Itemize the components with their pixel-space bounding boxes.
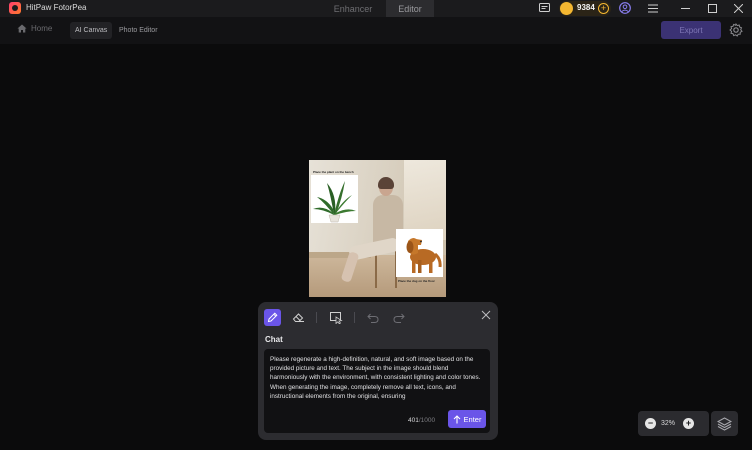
prompt-textarea[interactable]: Please regenerate a high-definition, nat… xyxy=(264,349,490,433)
tab-ai-canvas[interactable]: AI Canvas xyxy=(70,22,113,39)
tab-editor[interactable]: Editor xyxy=(386,0,434,17)
image-person-hair xyxy=(378,177,394,189)
app-title: HitPaw FotorPea xyxy=(26,3,87,12)
enter-label: Enter xyxy=(463,414,482,424)
character-max: /1000 xyxy=(418,417,436,424)
brush-tool-button[interactable] xyxy=(264,309,281,326)
plant-sticker[interactable] xyxy=(311,175,358,223)
layers-button[interactable] xyxy=(711,411,738,436)
home-label: Home xyxy=(31,24,53,33)
settings-gear-icon[interactable] xyxy=(729,22,743,37)
tool-divider xyxy=(316,312,317,323)
tab-enhancer[interactable]: Enhancer xyxy=(320,0,386,17)
pencil-icon xyxy=(267,312,278,323)
chat-heading: Chat xyxy=(265,335,283,344)
prompt-text[interactable]: Please regenerate a high-definition, nat… xyxy=(270,355,484,401)
tab-photo-editor[interactable]: Photo Editor xyxy=(114,22,163,39)
eraser-tool-button[interactable] xyxy=(290,309,307,326)
maximize-icon[interactable] xyxy=(700,0,724,17)
app-window: HitPaw FotorPea Enhancer Editor 9384 + H… xyxy=(0,0,752,450)
layers-icon xyxy=(717,416,732,431)
coin-icon xyxy=(560,2,573,15)
zoom-in-icon[interactable]: + xyxy=(683,418,694,429)
top-toolbar: Home AI Canvas Photo Editor Export xyxy=(0,17,752,44)
zoom-out-icon[interactable]: − xyxy=(645,418,656,429)
character-counter: 401/1000 xyxy=(408,417,435,424)
select-tool-button[interactable] xyxy=(328,309,345,326)
close-chat-icon[interactable] xyxy=(480,308,492,320)
message-icon[interactable] xyxy=(538,2,550,14)
zoom-control: − 32% + xyxy=(638,411,709,436)
zoom-level: 32% xyxy=(661,420,676,427)
dog-sticker[interactable] xyxy=(396,229,443,277)
credits-widget[interactable]: 9384 + xyxy=(559,1,611,16)
app-logo-icon xyxy=(9,2,21,14)
arrow-up-icon xyxy=(453,414,460,423)
canvas-image[interactable]: Place the plant on the bench Place the d… xyxy=(309,160,446,297)
image-window-light xyxy=(404,160,446,240)
plant-caption: Place the plant on the bench xyxy=(313,170,354,174)
tool-divider xyxy=(354,312,355,323)
home-button[interactable]: Home xyxy=(17,24,52,33)
selection-cursor-icon xyxy=(330,311,343,324)
character-count: 401 xyxy=(408,417,419,424)
menu-icon[interactable] xyxy=(647,2,659,14)
redo-icon xyxy=(392,313,405,323)
undo-icon xyxy=(366,313,379,323)
add-credits-icon[interactable]: + xyxy=(598,3,609,14)
undo-button[interactable] xyxy=(364,309,381,326)
credit-count: 9384 xyxy=(577,3,595,12)
dog-caption: Place the dog on the floor xyxy=(398,279,435,283)
home-icon xyxy=(17,24,27,33)
chat-panel: Chat Please regenerate a high-definition… xyxy=(258,302,498,440)
eraser-icon xyxy=(292,313,304,322)
user-account-icon[interactable] xyxy=(619,2,631,14)
enter-button[interactable]: Enter xyxy=(448,410,486,428)
close-window-icon[interactable] xyxy=(726,0,750,17)
minimize-icon[interactable] xyxy=(673,0,697,17)
title-bar: HitPaw FotorPea Enhancer Editor 9384 + xyxy=(0,0,752,17)
redo-button[interactable] xyxy=(390,309,407,326)
export-button[interactable]: Export xyxy=(661,21,721,39)
